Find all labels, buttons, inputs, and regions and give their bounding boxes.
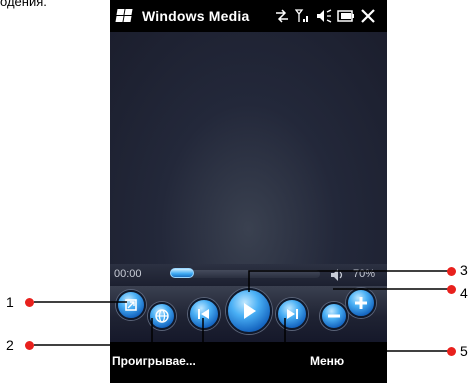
callout-label-4: 4: [460, 285, 468, 301]
callout-dot-3: [447, 267, 456, 276]
callout-dot-2: [25, 341, 34, 350]
callout-dot-5: [447, 347, 456, 356]
callout-lines: [34, 270, 451, 352]
callout-dot-1: [25, 298, 34, 307]
callout-dot-4: [447, 285, 456, 294]
callout-label-2: 2: [6, 337, 14, 353]
callout-label-1: 1: [6, 294, 14, 310]
callout-label-3: 3: [460, 262, 468, 278]
callout-label-5: 5: [460, 343, 468, 359]
